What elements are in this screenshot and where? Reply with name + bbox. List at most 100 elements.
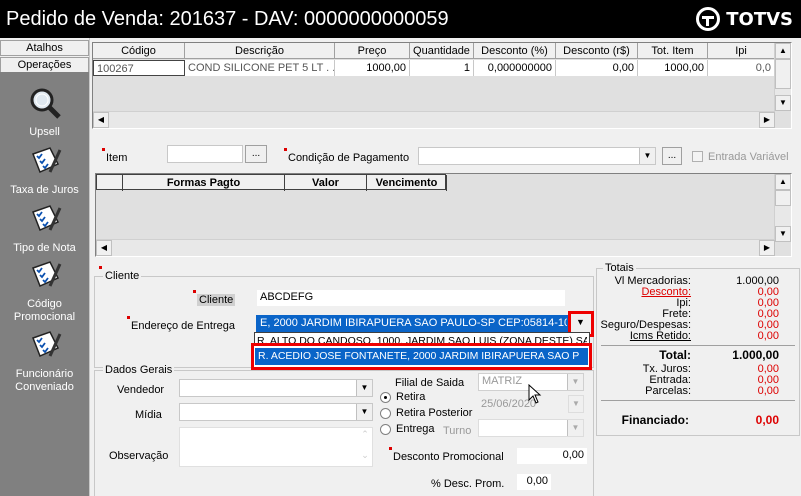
table-row[interactable]: 100267 COND SILICONE PET 5 LT . . 1000,0…: [93, 60, 775, 76]
cell-tot-item[interactable]: 1000,00: [638, 60, 708, 76]
pct-desc-prom-input[interactable]: 0,00: [516, 473, 552, 491]
dropdown-option-2[interactable]: R. ACEDIO JOSE FONTANETE, 2000 JARDIM IB…: [255, 348, 588, 365]
radio-dot: [380, 407, 391, 419]
payment-grid: Formas Pagto Valor Vencimento ▲ ▼ ◀ ▶: [95, 173, 792, 257]
totais-row-total: Total: 1.000,00: [597, 348, 799, 362]
chevron-down-icon: ▼: [576, 317, 585, 327]
items-grid-header: Código Descrição Preço Quantidade Descon…: [93, 43, 775, 59]
cell-codigo[interactable]: 100267: [93, 60, 185, 76]
item-lookup-button[interactable]: ...: [245, 145, 267, 163]
chevron-down-icon[interactable]: ▼: [567, 420, 583, 436]
chevron-down-icon[interactable]: ▼: [568, 395, 584, 413]
totais-value: 0,00: [757, 330, 779, 342]
logo-text: TOTVS: [726, 8, 793, 30]
cell-preco[interactable]: 1000,00: [335, 60, 410, 76]
scroll-up-icon[interactable]: ▲: [775, 174, 791, 190]
scroll-down-icon[interactable]: ▼: [775, 226, 791, 242]
cliente-label: Cliente: [192, 290, 236, 306]
tipo-de-nota-button[interactable]: Tipo de Nota: [0, 202, 89, 255]
col-desconto-rs[interactable]: Desconto (r$): [556, 43, 638, 59]
totvs-logo: TOTVS: [696, 6, 793, 32]
scroll-right-icon[interactable]: ▶: [759, 112, 775, 128]
cell-desconto-rs[interactable]: 0,00: [556, 60, 638, 76]
retira-posterior-radio[interactable]: [380, 407, 391, 419]
midia-combo[interactable]: ▼: [179, 403, 373, 421]
filial-saida-label: Filial de Saida: [395, 377, 465, 389]
col-desconto-pct[interactable]: Desconto (%): [474, 43, 556, 59]
scroll-up-icon[interactable]: ▲: [775, 43, 791, 59]
midia-label: Mídia: [135, 409, 162, 421]
condicao-pagamento-combo[interactable]: ▼: [418, 147, 656, 165]
observacao-textarea[interactable]: [179, 427, 373, 467]
tab-atalhos[interactable]: Atalhos: [0, 40, 89, 56]
payment-hscrollbar[interactable]: ◀ ▶: [96, 239, 775, 256]
funcionario-conveniado-label: Funcionário Conveniado: [15, 368, 74, 393]
tab-operacoes[interactable]: Operações: [0, 57, 89, 73]
retira-radio[interactable]: [380, 391, 391, 403]
scroll-left-icon[interactable]: ◀: [96, 240, 112, 256]
chevron-down-icon[interactable]: ▼: [356, 404, 372, 420]
checklist-pen-icon: [31, 147, 61, 174]
col-descricao[interactable]: Descrição: [185, 43, 335, 59]
endereco-entrega-combo[interactable]: E, 2000 JARDIM IBIRAPUERA SAO PAULO-SP C…: [256, 315, 568, 333]
turno-combo[interactable]: ▼: [478, 419, 584, 437]
taxa-de-juros-button[interactable]: Taxa de Juros: [0, 144, 89, 197]
payment-grid-header: Formas Pagto Valor Vencimento: [96, 174, 447, 191]
upsell-button[interactable]: Upsell: [0, 86, 89, 139]
scroll-down-icon[interactable]: ▼: [775, 95, 791, 111]
cell-desconto-pct[interactable]: 0,000000000: [474, 60, 556, 76]
codigo-promocional-button[interactable]: Código Promocional: [0, 258, 89, 324]
col-vencimento[interactable]: Vencimento: [367, 175, 447, 191]
condicao-pagamento-label: Condição de Pagamento: [283, 148, 410, 164]
pct-desc-prom-label: % Desc. Prom.: [431, 478, 505, 490]
total-value: 1.000,00: [732, 348, 779, 362]
chevron-down-icon[interactable]: ▼: [567, 374, 583, 390]
financiado-value: 0,00: [755, 413, 779, 427]
entrega-label: Entrega: [396, 423, 435, 435]
cell-ipi[interactable]: 0,0: [708, 60, 775, 76]
items-grid: Código Descrição Preço Quantidade Descon…: [92, 42, 792, 129]
chevron-down-icon[interactable]: ▼: [639, 148, 655, 164]
col-formas-pagto[interactable]: Formas Pagto: [123, 175, 285, 191]
scroll-thumb[interactable]: [775, 190, 791, 206]
scroll-left-icon[interactable]: ◀: [93, 112, 109, 128]
vendedor-label: Vendedor: [117, 384, 165, 396]
col-quantidade[interactable]: Quantidade: [410, 43, 474, 59]
dados-gerais-group: Dados Gerais Vendedor ▼ Mídia ▼ Observaç…: [94, 364, 594, 496]
scroll-right-icon[interactable]: ▶: [759, 240, 775, 256]
filial-saida-value: MATRIZ: [482, 375, 523, 387]
observacao-scrollbar[interactable]: ⌃ ⌄: [357, 429, 373, 467]
vendedor-combo[interactable]: ▼: [179, 379, 373, 397]
items-hscrollbar[interactable]: ◀ ▶: [93, 111, 775, 128]
desconto-promocional-input[interactable]: 0,00: [516, 447, 588, 465]
chevron-down-icon[interactable]: ▼: [356, 380, 372, 396]
items-vscrollbar[interactable]: ▲ ▼: [774, 43, 791, 111]
col-codigo[interactable]: Código: [93, 43, 185, 59]
cell-quantidade[interactable]: 1: [410, 60, 474, 76]
totais-row-icms[interactable]: Icms Retido: 0,00: [597, 331, 799, 342]
condicao-lookup-button[interactable]: ...: [662, 147, 682, 165]
cell-descricao[interactable]: COND SILICONE PET 5 LT . .: [185, 60, 335, 76]
entrada-variavel-checkbox[interactable]: [692, 151, 703, 162]
desconto-promocional-label: Desconto Promocional: [389, 447, 504, 463]
item-input[interactable]: [167, 145, 243, 163]
total-label: Total:: [659, 348, 691, 362]
payment-vscrollbar[interactable]: ▲ ▼: [774, 174, 791, 242]
col-tot-item[interactable]: Tot. Item: [638, 43, 708, 59]
entrada-variavel-label: Entrada Variável: [708, 151, 789, 163]
funcionario-conveniado-button[interactable]: Funcionário Conveniado: [0, 328, 89, 394]
sidebar-operations: Upsell Taxa de Juros Tipo de Nota Código…: [0, 72, 89, 496]
turno-label: Turno: [443, 425, 472, 437]
title-bar: Pedido de Venda: 201637 - DAV: 000000000…: [0, 0, 801, 38]
mouse-cursor-icon: [528, 384, 542, 404]
cliente-input[interactable]: ABCDEFG: [256, 289, 566, 307]
totais-label[interactable]: Icms Retido:: [630, 331, 691, 342]
col-ipi[interactable]: Ipi: [708, 43, 775, 59]
totais-divider: [601, 345, 795, 346]
totais-group: Totais Vl Mercadorias: 1.000,00 Desconto…: [596, 262, 800, 436]
sidebar: Atalhos Operações Upsell Taxa de Juros T…: [0, 38, 90, 496]
entrega-radio[interactable]: [380, 423, 391, 435]
col-preco[interactable]: Preço: [335, 43, 410, 59]
scroll-thumb[interactable]: [775, 59, 791, 89]
col-valor[interactable]: Valor: [285, 175, 367, 191]
